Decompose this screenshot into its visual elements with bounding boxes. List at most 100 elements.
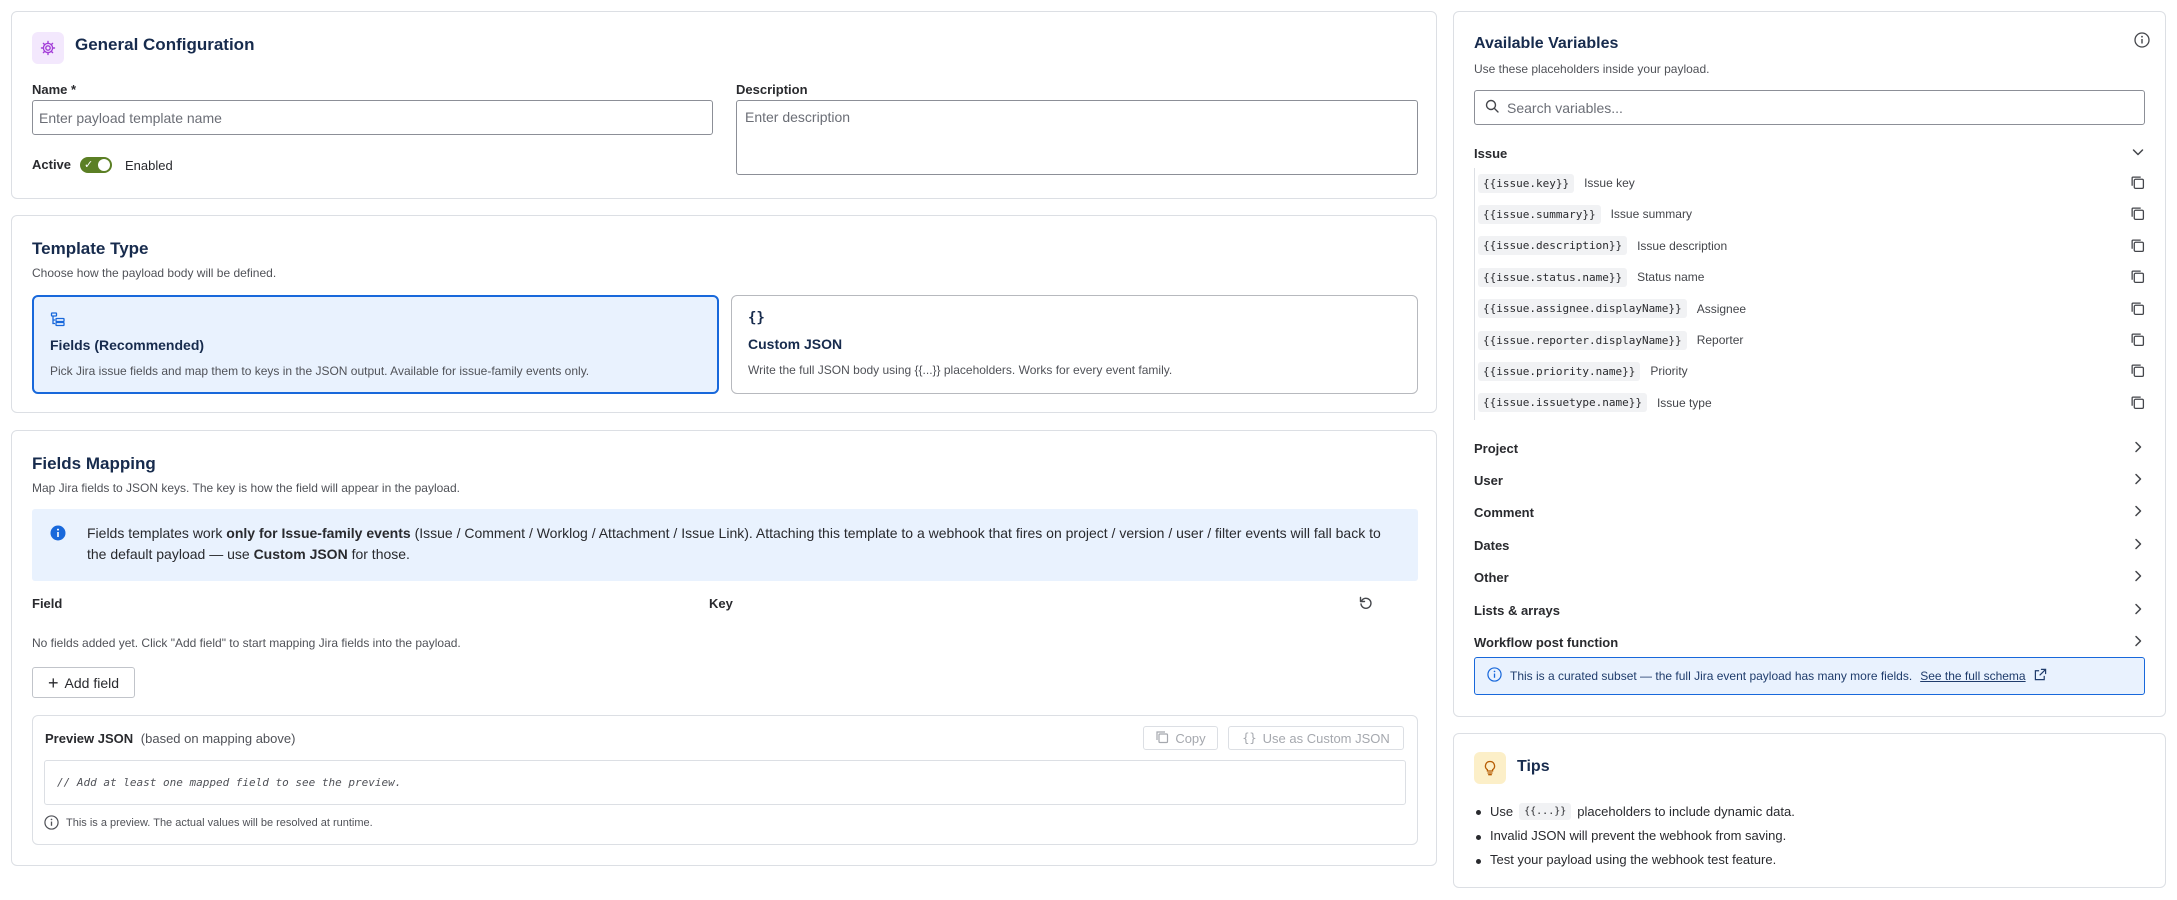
variable-group[interactable]: Other [1474, 564, 2145, 592]
variable-code: {{issue.reporter.displayName}} [1478, 330, 1687, 350]
check-icon: ✓ [84, 159, 94, 171]
toggle-knob [98, 159, 110, 171]
active-toggle[interactable]: ✓ [80, 157, 112, 173]
variable-label: Assignee [1696, 301, 1747, 316]
search-variables-input[interactable]: Search variables... [1474, 90, 2145, 125]
section-title: Template Type [32, 239, 149, 258]
variable-label: Issue type [1656, 395, 1712, 410]
description-placeholder: Enter description [745, 109, 851, 125]
runtime-note: This is a preview. The actual values wil… [66, 817, 373, 829]
variable-group[interactable]: Workflow post function [1474, 628, 2145, 656]
variable-group[interactable]: Project [1474, 434, 2145, 462]
variable-group[interactable]: Comment [1474, 499, 2145, 527]
copy-icon [1155, 730, 1169, 747]
preview-title: Preview JSON (based on mapping above) [45, 731, 296, 746]
braces-icon: {} [1242, 731, 1257, 745]
variable-label: Reporter [1696, 333, 1744, 347]
section-title: Fields Mapping [32, 454, 156, 473]
search-icon [1485, 99, 1499, 116]
group-label: Project [1474, 440, 1519, 456]
chevron-right-icon [2131, 537, 2145, 554]
chevron-right-icon [2131, 472, 2145, 489]
full-schema-link[interactable]: See the full schema [1920, 669, 2025, 683]
section-subtitle: Choose how the payload body will be defi… [32, 266, 277, 280]
option-title: Fields (Recommended) [50, 337, 205, 353]
use-as-custom-json-button[interactable]: {} Use as Custom JSON [1228, 726, 1404, 750]
variable-group[interactable]: Dates [1474, 531, 2145, 559]
chevron-right-icon [2131, 569, 2145, 586]
copy-icon[interactable] [2130, 301, 2145, 319]
description-label: Description [736, 82, 808, 97]
chevron-right-icon [2131, 602, 2145, 619]
variable-label: Issue description [1637, 238, 1728, 253]
active-label: Active [32, 157, 72, 172]
section-title: General Configuration [75, 35, 255, 54]
group-issue[interactable]: Issue [1474, 139, 2145, 167]
variable-row[interactable]: {{issue.description}} Issue description [1478, 232, 2145, 260]
tip-item: Test your payload using the webhook test… [1475, 852, 1777, 867]
preview-code-block: // Add at least one mapped field to see … [44, 760, 1406, 805]
template-type-card: Template Type Choose how the payload bod… [11, 215, 1437, 413]
copy-icon[interactable] [2130, 395, 2145, 413]
chevron-right-icon [2131, 440, 2145, 457]
copy-button[interactable]: Copy [1143, 726, 1218, 750]
variable-code: {{issue.summary}} [1478, 204, 1601, 224]
variable-row[interactable]: {{issue.summary}} Issue summary [1478, 200, 2145, 228]
code-placeholder: // Add at least one mapped field to see … [57, 776, 402, 789]
copy-icon[interactable] [2130, 206, 2145, 224]
column-header-field: Field [32, 596, 63, 611]
add-field-button[interactable]: + Add field [32, 667, 135, 698]
use-custom-label: Use as Custom JSON [1262, 730, 1390, 746]
variable-row[interactable]: {{issue.reporter.displayName}} Reporter [1478, 326, 2145, 354]
copy-icon[interactable] [2130, 269, 2145, 287]
variable-row[interactable]: {{issue.key}} Issue key [1478, 169, 2145, 197]
plus-icon: + [48, 672, 59, 693]
available-variables-card: Available Variables Use these placeholde… [1453, 11, 2166, 717]
preview-json-panel: Preview JSON (based on mapping above) Co… [32, 715, 1418, 845]
code-chip: {{...}} [1519, 803, 1572, 820]
description-textarea[interactable]: Enter description [736, 100, 1418, 175]
fields-icon [50, 311, 66, 330]
gear-icon [32, 32, 64, 64]
add-field-label: Add field [64, 674, 119, 691]
fields-mapping-card: Fields Mapping Map Jira fields to JSON k… [11, 430, 1437, 866]
option-title: Custom JSON [748, 336, 843, 352]
active-state-text: Enabled [125, 158, 173, 173]
lightbulb-icon [1474, 752, 1506, 784]
copy-icon[interactable] [2130, 332, 2145, 350]
info-outline-icon [44, 815, 59, 833]
name-label: Name * [32, 82, 77, 97]
info-banner: Fields templates work only for Issue-fam… [32, 509, 1418, 581]
name-placeholder: Enter payload template name [39, 109, 222, 126]
info-icon[interactable] [2134, 32, 2150, 51]
variable-row[interactable]: {{issue.status.name}} Status name [1478, 263, 2145, 291]
copy-icon[interactable] [2130, 175, 2145, 193]
chevron-right-icon [2131, 634, 2145, 651]
group-label: Workflow post function [1474, 634, 1619, 650]
variable-code: {{issue.key}} [1478, 173, 1575, 193]
group-label: Comment [1474, 505, 1534, 521]
chevron-down-icon [2131, 145, 2145, 162]
copy-label: Copy [1175, 730, 1206, 746]
chevron-right-icon [2131, 504, 2145, 521]
copy-icon[interactable] [2130, 363, 2145, 381]
variable-group[interactable]: Lists & arrays [1474, 596, 2145, 624]
template-option-custom-json[interactable]: {} Custom JSON Write the full JSON body … [731, 295, 1418, 394]
copy-icon[interactable] [2130, 238, 2145, 256]
external-link-icon[interactable] [2034, 668, 2047, 684]
group-label: Dates [1474, 537, 1510, 553]
group-label: Issue [1474, 145, 1508, 161]
variable-row[interactable]: {{issue.issuetype.name}} Issue type [1478, 389, 2145, 417]
braces-icon: {} [748, 310, 765, 326]
variable-row[interactable]: {{issue.priority.name}} Priority [1478, 357, 2145, 385]
variable-group[interactable]: User [1474, 466, 2145, 494]
variable-row[interactable]: {{issue.assignee.displayName}} Assignee [1478, 295, 2145, 323]
variable-code: {{issue.issuetype.name}} [1478, 393, 1647, 413]
search-placeholder: Search variables... [1507, 99, 1623, 116]
reset-icon[interactable] [1358, 595, 1374, 614]
tips-card: Tips Use {{...}} placeholders to include… [1453, 733, 2166, 888]
tips-title: Tips [1517, 758, 1550, 775]
template-option-fields[interactable]: Fields (Recommended) Pick Jira issue fie… [32, 295, 719, 394]
name-input[interactable]: Enter payload template name [32, 100, 713, 135]
variable-code: {{issue.status.name}} [1478, 267, 1628, 287]
